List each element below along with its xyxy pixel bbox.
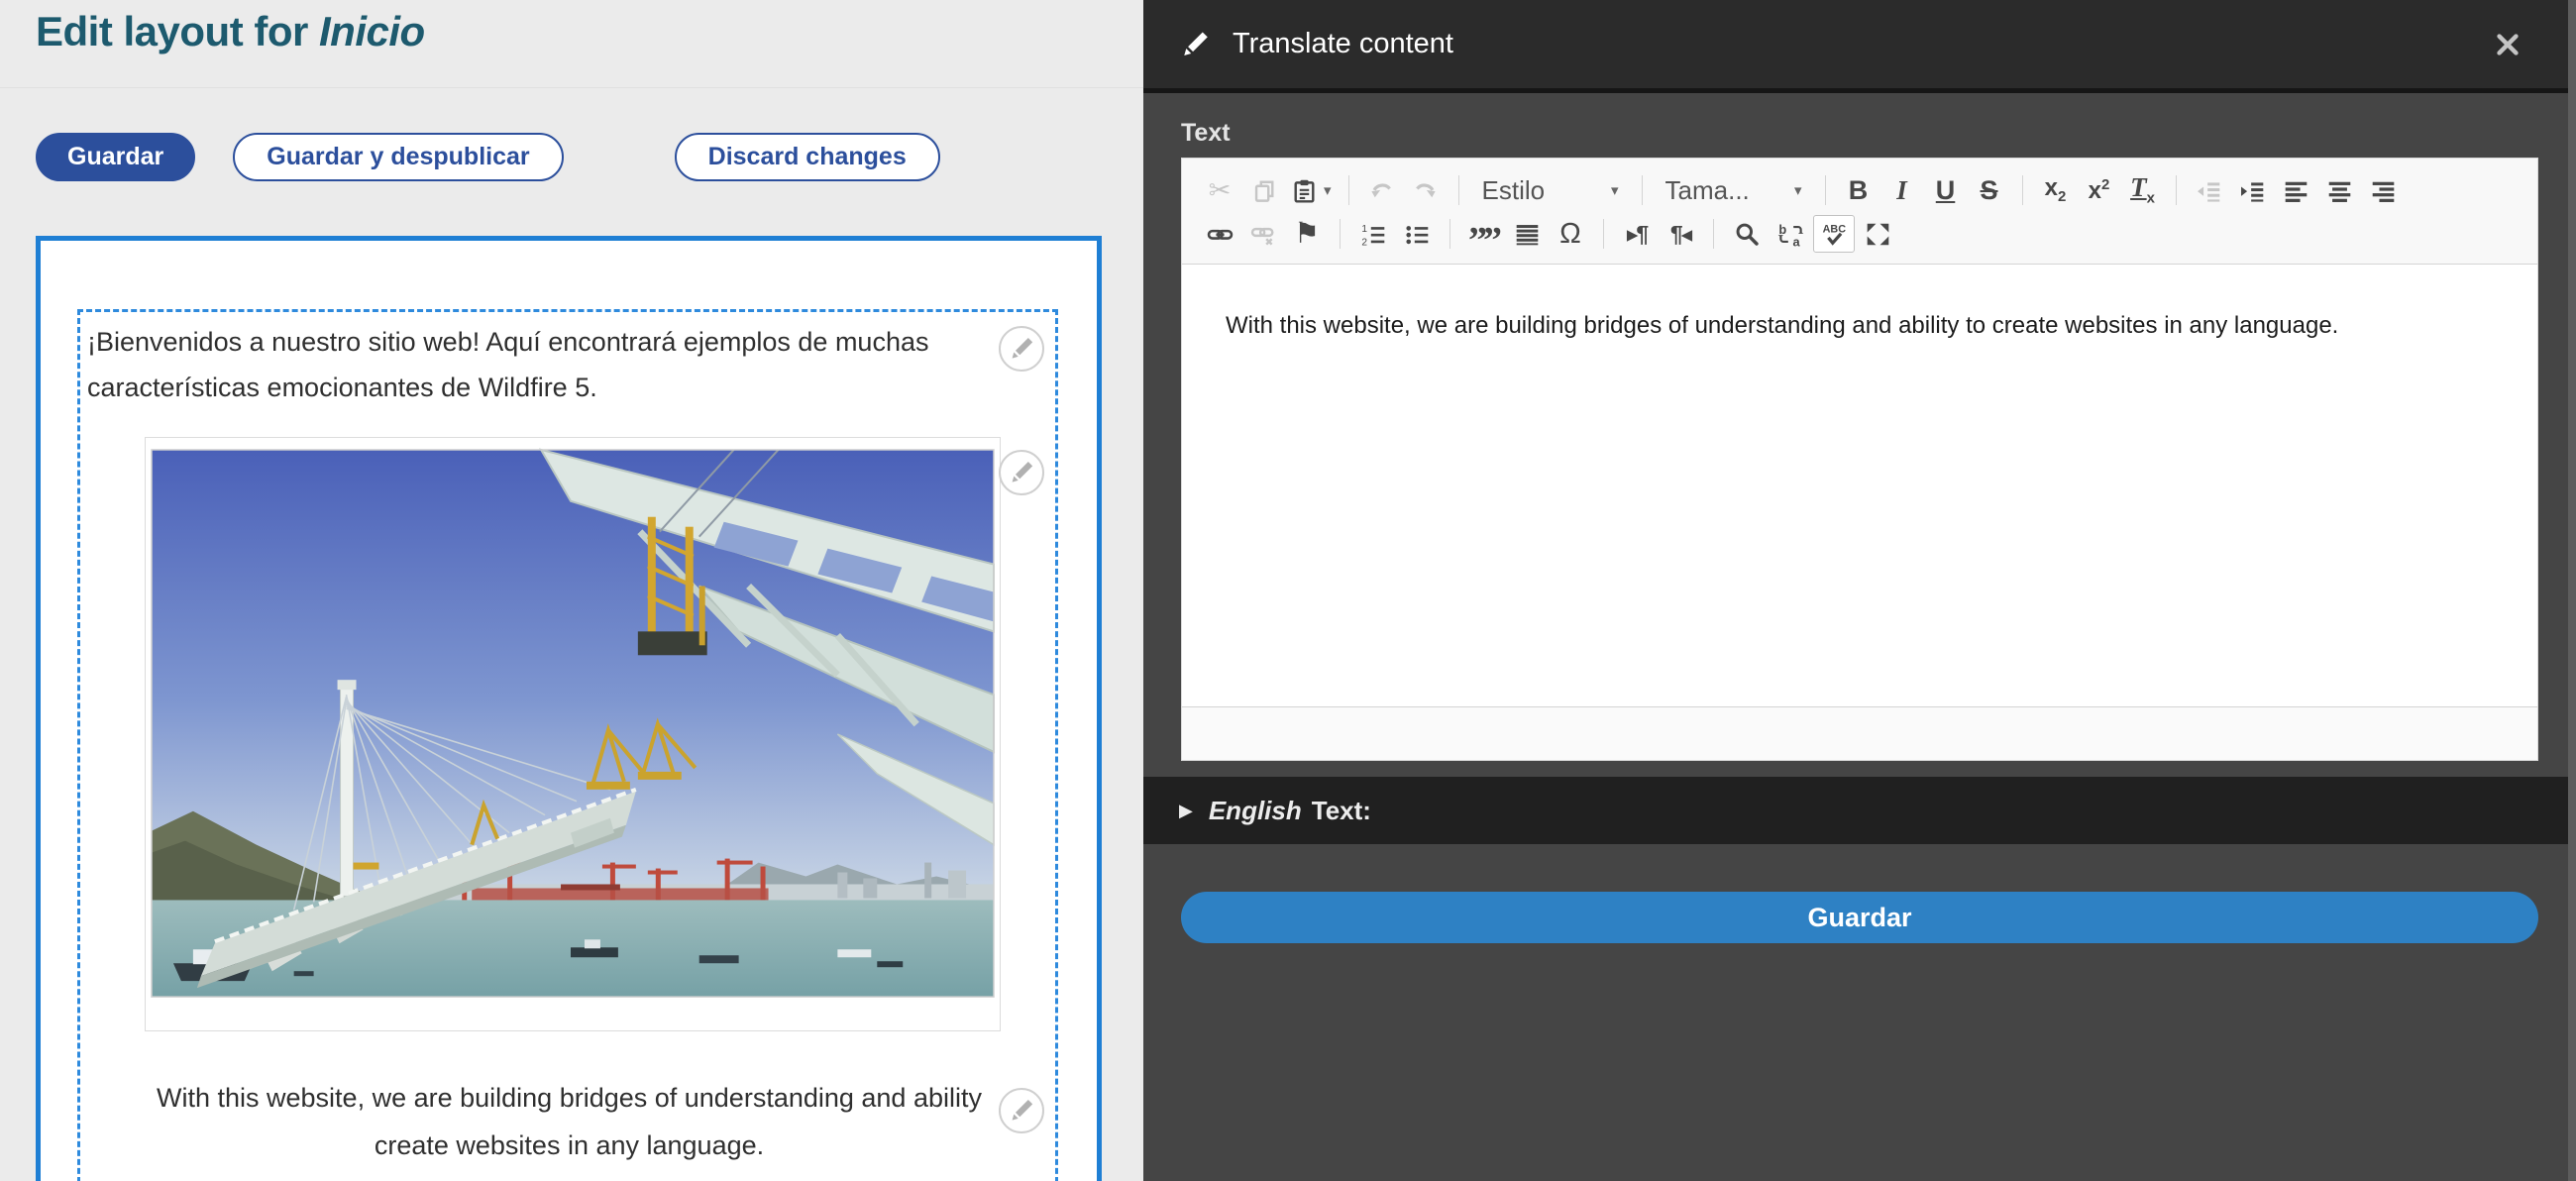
save-and-unpublish-button[interactable]: Guardar y despublicar	[233, 133, 563, 181]
strikethrough-icon[interactable]: S	[1969, 171, 2010, 209]
edit-english-text-button[interactable]	[999, 1088, 1044, 1133]
action-button-row: Guardar Guardar y despublicar Discard ch…	[36, 133, 940, 181]
panel-title: Translate content	[1233, 28, 1453, 60]
toolbar-separator	[1449, 219, 1450, 249]
find-icon[interactable]	[1726, 215, 1768, 253]
toolbar-separator	[1348, 175, 1349, 205]
toolbar-separator	[1825, 175, 1826, 205]
unlink-icon	[1242, 215, 1284, 253]
translate-content-panel: Translate content Text ✂▾Estilo▾Tama...▾…	[1143, 0, 2576, 1181]
bridge-construction-photo	[146, 438, 1000, 1030]
close-icon	[2495, 32, 2521, 57]
toolbar-separator	[1642, 175, 1643, 205]
page-title-emphasis: Inicio	[319, 8, 425, 54]
blockquote-icon[interactable]: ””	[1462, 215, 1504, 253]
toolbar-separator	[1458, 175, 1459, 205]
pencil-icon	[1008, 1097, 1035, 1125]
source-field-label: Text:	[1312, 796, 1371, 826]
chevron-down-icon: ▾	[1324, 181, 1332, 199]
bridge-photo-block[interactable]	[145, 437, 1001, 1031]
copy-icon	[1242, 171, 1284, 209]
toolbar-row-1: ✂▾Estilo▾Tama...▾BIUSx2x2Tx	[1198, 168, 2522, 212]
indent-icon[interactable]	[2232, 171, 2274, 209]
remove-format-icon[interactable]: Tx	[2122, 171, 2164, 209]
align-center-icon[interactable]	[2319, 171, 2361, 209]
discard-changes-button[interactable]: Discard changes	[675, 133, 940, 181]
text-field-label: Text	[1181, 119, 2576, 148]
editor-content-area[interactable]: With this website, we are building bridg…	[1182, 265, 2537, 706]
replace-icon[interactable]	[1770, 215, 1811, 253]
special-character-icon[interactable]: Ω	[1550, 215, 1591, 253]
english-text-block[interactable]: With this website, we are building bridg…	[80, 1074, 1058, 1169]
bidi-rtl-icon[interactable]: ¶◂	[1660, 215, 1701, 253]
panel-scrollbar[interactable]	[2568, 0, 2576, 1181]
paste-icon[interactable]: ▾	[1286, 171, 1337, 209]
panel-header: Translate content	[1143, 0, 2576, 93]
chevron-down-icon: ▾	[1611, 181, 1619, 199]
toolbar-separator	[1603, 219, 1604, 249]
maximize-icon[interactable]	[1857, 215, 1898, 253]
english-source-collapsed-section[interactable]: ▶ English Text:	[1143, 777, 2576, 844]
intro-text-line: características emocionantes de Wildfire…	[87, 365, 1028, 410]
underline-icon[interactable]: U	[1925, 171, 1967, 209]
superscript-icon[interactable]: x2	[2079, 171, 2120, 209]
editor-status-bar	[1182, 706, 2537, 760]
intro-text-line: ¡Bienvenidos a nuestro sitio web! Aquí e…	[87, 319, 1028, 365]
bold-icon[interactable]: B	[1838, 171, 1879, 209]
anchor-icon[interactable]: ⚑	[1286, 215, 1328, 253]
save-button[interactable]: Guardar	[36, 133, 195, 181]
source-language-label: English	[1209, 796, 1302, 826]
toolbar-separator	[2022, 175, 2023, 205]
intro-text-block[interactable]: ¡Bienvenidos a nuestro sitio web! Aquí e…	[87, 319, 1028, 410]
outdent-icon	[2189, 171, 2230, 209]
spell-check-icon[interactable]	[1813, 215, 1855, 253]
cut-icon: ✂	[1199, 171, 1240, 209]
panel-save-button[interactable]: Guardar	[1181, 892, 2538, 943]
english-text-line: create websites in any language.	[80, 1122, 1058, 1169]
edit-intro-text-button[interactable]	[999, 326, 1044, 372]
redo-icon	[1405, 171, 1447, 209]
div-container-icon[interactable]	[1506, 215, 1548, 253]
numbered-list-icon[interactable]	[1352, 215, 1394, 253]
link-icon[interactable]	[1199, 215, 1240, 253]
subscript-icon[interactable]: x2	[2035, 171, 2077, 209]
expand-arrow-icon: ▶	[1179, 801, 1193, 821]
bulleted-list-icon[interactable]	[1396, 215, 1438, 253]
italic-icon[interactable]: I	[1881, 171, 1923, 209]
pencil-icon	[1008, 459, 1035, 486]
rich-text-editor: ✂▾Estilo▾Tama...▾BIUSx2x2Tx ⚑””Ω▸¶¶◂ Wit…	[1181, 158, 2538, 761]
pencil-icon	[1179, 29, 1211, 60]
page-title: Edit layout for Inicio	[36, 8, 425, 55]
header-divider	[0, 87, 1143, 88]
toolbar-row-2: ⚑ ”” Ω ▸¶¶◂	[1198, 212, 2522, 256]
english-text-line: With this website, we are building bridg…	[80, 1074, 1058, 1122]
chevron-down-icon: ▾	[1794, 181, 1802, 199]
edit-image-button[interactable]	[999, 450, 1044, 495]
bidi-ltr-icon[interactable]: ▸¶	[1616, 215, 1658, 253]
align-right-icon[interactable]	[2363, 171, 2405, 209]
toolbar-separator	[1340, 219, 1341, 249]
close-panel-button[interactable]	[2491, 28, 2524, 61]
toolbar-separator	[2176, 175, 2177, 205]
styles-combo[interactable]: Estilo▾	[1471, 171, 1630, 209]
align-left-icon[interactable]	[2276, 171, 2317, 209]
toolbar-separator	[1713, 219, 1714, 249]
undo-icon	[1361, 171, 1403, 209]
pencil-icon	[1008, 335, 1035, 363]
editor-toolbar: ✂▾Estilo▾Tama...▾BIUSx2x2Tx ⚑””Ω▸¶¶◂	[1182, 159, 2537, 265]
layout-editor-pane: Edit layout for Inicio Guardar Guardar y…	[0, 0, 1143, 1181]
size-combo[interactable]: Tama...▾	[1655, 171, 1813, 209]
